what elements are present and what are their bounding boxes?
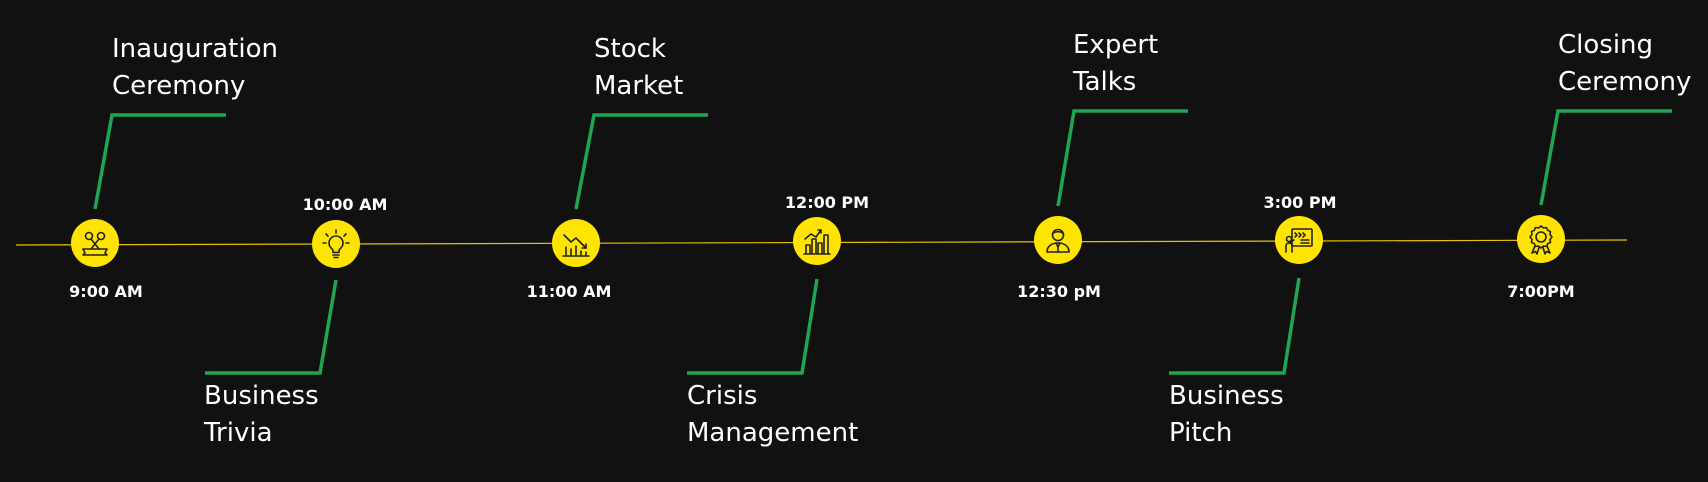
event-label-line: Market <box>594 71 684 101</box>
event-time-9am: 9:00 AM <box>69 282 143 301</box>
connector-line-1 <box>93 113 226 210</box>
event-node-1 <box>71 219 119 267</box>
connector-line-2 <box>205 279 338 375</box>
event-label-line: Ceremony <box>112 71 246 101</box>
event-label-stock-market: Stock Market <box>594 31 683 105</box>
event-time-7pm: 7:00PM <box>1507 282 1575 301</box>
event-label-expert-talks: Expert Talks <box>1073 27 1158 101</box>
connector-line-4 <box>687 278 819 375</box>
event-label-inauguration-ceremony: Inauguration Ceremony <box>112 31 278 105</box>
event-time-10am: 10:00 AM <box>302 195 388 214</box>
event-node-7 <box>1517 215 1565 263</box>
event-label-crisis-management: Crisis Management <box>687 378 858 452</box>
connector-line-5 <box>1056 109 1188 207</box>
stock-decline-icon <box>562 234 590 257</box>
expert-person-icon <box>1046 228 1070 253</box>
event-node-4 <box>793 217 841 265</box>
event-node-2 <box>312 220 360 268</box>
event-node-6 <box>1275 216 1323 264</box>
lightbulb-icon <box>322 229 350 259</box>
connector-line-6 <box>1169 277 1301 375</box>
event-label-line: Pitch <box>1169 418 1233 448</box>
event-label-line: Inauguration <box>112 34 278 64</box>
event-label-line: Ceremony <box>1558 67 1692 97</box>
event-label-closing-ceremony: Closing Ceremony <box>1558 27 1691 101</box>
event-label-business-pitch: Business Pitch <box>1169 378 1284 452</box>
event-node-3 <box>552 219 600 267</box>
event-time-12pm: 12:00 PM <box>784 193 870 212</box>
connector-line-3 <box>574 113 708 210</box>
event-label-line: Business <box>1169 381 1284 411</box>
event-node-5 <box>1034 216 1082 264</box>
event-label-line: Management <box>687 418 859 448</box>
ribbon-cutting-icon <box>82 231 108 256</box>
event-label-line: Talks <box>1073 67 1137 97</box>
event-time-11am: 11:00 AM <box>526 282 612 301</box>
crisis-chart-icon <box>803 229 831 255</box>
event-label-line: Crisis <box>687 381 758 411</box>
event-time-3pm: 3:00 PM <box>1263 193 1337 212</box>
connector-line-7 <box>1539 109 1672 206</box>
presentation-board-icon <box>1285 228 1313 253</box>
event-label-line: Business <box>204 381 319 411</box>
event-label-line: Closing <box>1558 30 1654 60</box>
event-label-line: Expert <box>1073 30 1159 60</box>
award-badge-icon <box>1529 225 1553 255</box>
event-label-business-trivia: Business Trivia <box>204 378 319 452</box>
event-label-line: Trivia <box>204 418 273 448</box>
event-label-line: Stock <box>594 34 666 64</box>
event-time-1230pm: 12:30 pM <box>1017 282 1101 301</box>
